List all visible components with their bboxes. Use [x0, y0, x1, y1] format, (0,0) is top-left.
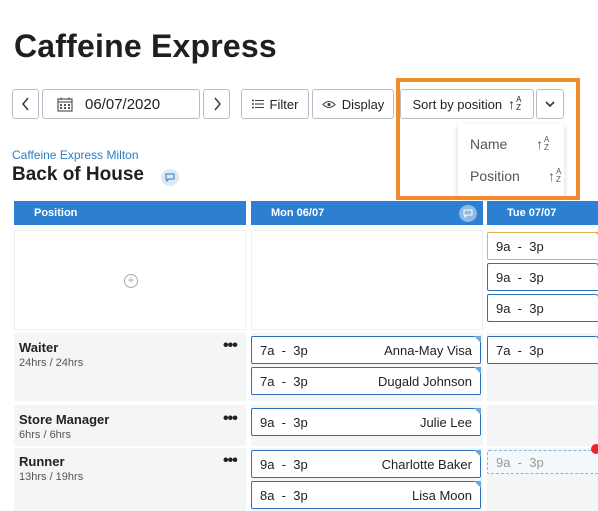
calendar-icon	[57, 97, 73, 112]
date-value: 06/07/2020	[85, 95, 161, 113]
shift-card[interactable]: 9a - 3p Charlotte Baker	[251, 450, 481, 478]
manager-tue-cell[interactable]	[487, 405, 598, 446]
shift-card[interactable]: 9a - 3p	[487, 263, 598, 291]
shift-card[interactable]: 7a - 3p Anna-May Visa	[251, 336, 481, 364]
column-header-tue[interactable]: Tue 07/07	[487, 201, 598, 225]
previous-day-button[interactable]	[12, 89, 39, 119]
list-icon	[251, 99, 264, 109]
shift-card[interactable]: 8a - 3p Lisa Moon	[251, 481, 481, 509]
location-link[interactable]: Caffeine Express Milton	[12, 148, 139, 162]
sort-button[interactable]: Sort by position ↑ A Z	[400, 89, 534, 119]
page-title: Caffeine Express	[14, 28, 277, 64]
eye-icon	[321, 100, 336, 108]
shift-card[interactable]: 9a - 3p Julie Lee	[251, 408, 481, 436]
unassigned-mon-cell[interactable]	[251, 230, 483, 330]
column-header-mon[interactable]: Mon 06/07	[251, 201, 483, 225]
sort-label: Sort by position	[412, 96, 503, 112]
shift-card-draft[interactable]: 9a - 3p	[487, 450, 598, 474]
chevron-down-icon	[545, 100, 555, 107]
comment-icon[interactable]	[161, 169, 179, 186]
sort-option-position[interactable]: Position ↑ A Z	[470, 168, 561, 185]
filter-label: Filter	[269, 96, 299, 112]
position-hours: 13hrs / 19hrs	[19, 471, 84, 483]
column-header-position: Position	[14, 201, 246, 225]
position-name: Store Manager	[19, 412, 110, 427]
position-hours: 24hrs / 24hrs	[19, 357, 84, 369]
add-icon[interactable]: +	[124, 274, 138, 288]
position-hours: 6hrs / 6hrs	[19, 429, 71, 441]
shift-card[interactable]: 9a - 3p	[487, 232, 598, 260]
notification-dot	[591, 444, 598, 454]
chevron-right-icon	[213, 97, 221, 111]
date-picker[interactable]: 06/07/2020	[42, 89, 200, 119]
position-name: Waiter	[19, 340, 59, 355]
shift-card[interactable]: 9a - 3p	[487, 294, 598, 322]
more-options-icon[interactable]: •••	[223, 452, 238, 470]
shift-card[interactable]: 7a - 3p Dugald Johnson	[251, 367, 481, 395]
sort-az-icon: ↑ A Z	[548, 167, 562, 184]
display-button[interactable]: Display	[312, 89, 394, 119]
sort-option-name[interactable]: Name ↑ A Z	[470, 136, 549, 153]
shift-card[interactable]: 7a - 3p	[487, 336, 598, 364]
more-options-icon[interactable]: •••	[223, 410, 238, 428]
sort-dropdown-toggle[interactable]	[536, 89, 564, 119]
sort-az-icon: ↑ A Z	[536, 135, 550, 152]
display-label: Display	[341, 96, 385, 112]
position-name: Runner	[19, 454, 65, 469]
area-title: Back of House	[12, 164, 144, 185]
sort-az-icon: ↑ A Z	[508, 95, 522, 112]
filter-button[interactable]: Filter	[241, 89, 309, 119]
comment-icon[interactable]	[459, 205, 477, 222]
sort-dropdown-menu: Name ↑ A Z Position ↑ A Z	[458, 124, 564, 196]
chevron-left-icon	[21, 97, 29, 111]
next-day-button[interactable]	[203, 89, 230, 119]
more-options-icon[interactable]: •••	[223, 337, 238, 355]
